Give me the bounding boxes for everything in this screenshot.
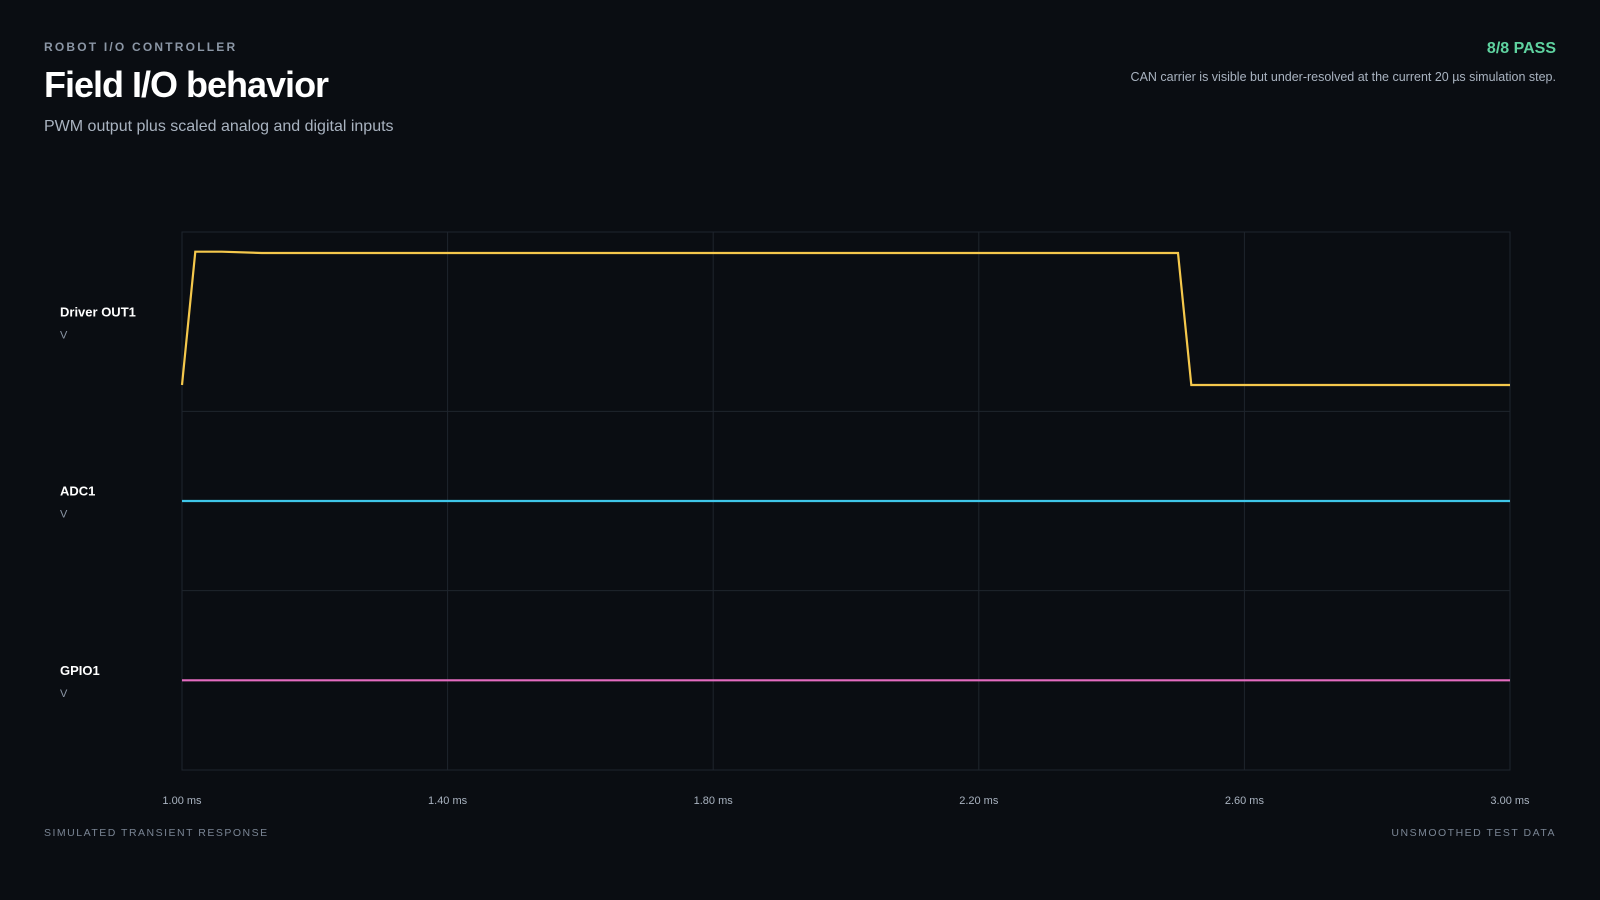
footer-left-label: SIMULATED TRANSIENT RESPONSE (44, 827, 269, 839)
x-tick-label: 1.40 ms (428, 795, 468, 807)
lane-label: Driver OUT1 (60, 304, 136, 319)
lane-label: GPIO1 (60, 663, 100, 678)
lane-unit-label: V (60, 329, 68, 341)
x-tick-label: 2.60 ms (1225, 795, 1265, 807)
x-tick-label: 2.20 ms (959, 795, 999, 807)
lane-label: ADC1 (60, 484, 95, 499)
trace-driver-out1 (180, 250, 1510, 387)
chart-traces (180, 250, 1510, 682)
x-tick-label: 3.00 ms (1490, 795, 1530, 807)
footer-right-label: UNSMOOTHED TEST DATA (1391, 827, 1556, 839)
lane-unit-label: V (60, 509, 68, 521)
x-tick-label: 1.00 ms (162, 795, 202, 807)
x-tick-label: 1.80 ms (694, 795, 734, 807)
lane-unit-label: V (60, 688, 68, 700)
waveform-chart: 1.00 ms 1.40 ms 1.80 ms 2.20 ms 2.60 ms 3.00 … (60, 231, 1530, 807)
chart-labels: 1.00 ms 1.40 ms 1.80 ms 2.20 ms 2.60 ms 3.00 … (60, 304, 1530, 807)
